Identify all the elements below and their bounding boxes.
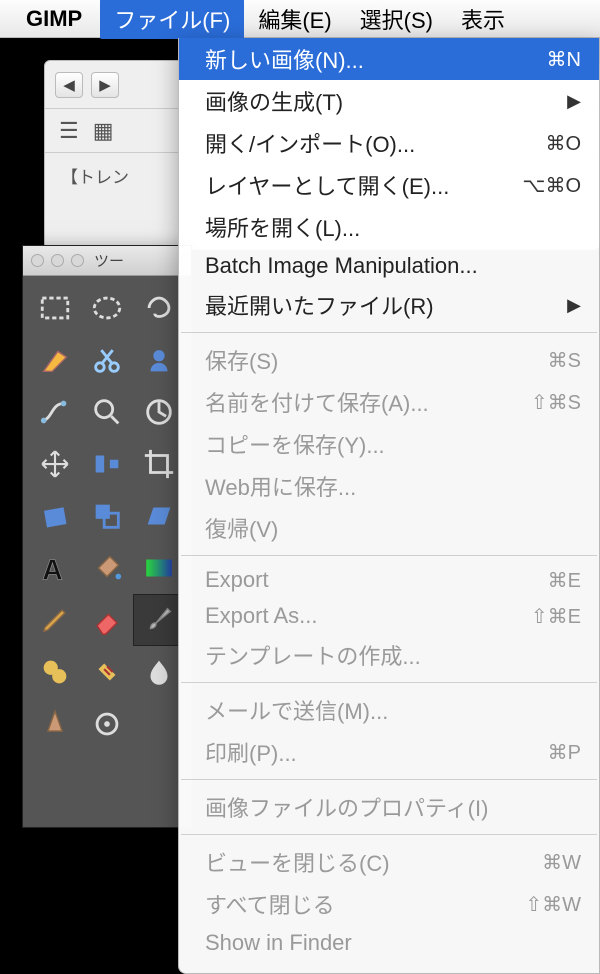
menu-item-12: 復帰(V) <box>179 507 599 549</box>
menu-item-3[interactable]: レイヤーとして開く(E)... ⌥⌘O <box>179 164 599 206</box>
menu-item-shortcut: ⌘E <box>548 568 581 593</box>
menubar: GIMP ファイル(F) 編集(E) 選択(S) 表示 <box>0 0 600 38</box>
menu-item-shortcut: ⇧⌘S <box>531 390 581 415</box>
toolbox-window: ツー A <box>22 245 192 828</box>
menu-item-shortcut: ⌘O <box>545 131 581 156</box>
toolbox-title-text: ツー <box>94 250 124 271</box>
menu-item-5[interactable]: Batch Image Manipulation... <box>179 248 599 284</box>
tool-paths[interactable] <box>29 386 81 438</box>
menu-item-23: ビューを閉じる(C) ⌘W <box>179 841 599 883</box>
menu-item-shortcut: ⌘P <box>548 740 581 765</box>
menu-item-label: 画像の生成(T) <box>205 85 557 117</box>
window-close-dot[interactable] <box>31 254 44 267</box>
menu-item-2[interactable]: 開く/インポート(O)... ⌘O <box>179 122 599 164</box>
tool-text[interactable]: A <box>29 542 81 594</box>
submenu-arrow-icon: ▶ <box>567 295 581 316</box>
menu-separator <box>181 555 597 556</box>
tool-eraser[interactable] <box>81 594 133 646</box>
tool-dodge[interactable] <box>81 698 133 750</box>
menu-item-label: 新しい画像(N)... <box>205 43 537 75</box>
menu-file[interactable]: ファイル(F) <box>100 0 244 39</box>
menu-separator <box>181 834 597 835</box>
menu-item-label: Export As... <box>205 603 521 629</box>
menu-item-label: ビューを閉じる(C) <box>205 846 532 878</box>
menu-separator <box>181 682 597 683</box>
menu-item-9: 名前を付けて保存(A)... ⇧⌘S <box>179 381 599 423</box>
tool-ellipse-select[interactable] <box>81 282 133 334</box>
trend-label: 【トレン <box>61 168 129 187</box>
window-min-dot[interactable] <box>51 254 64 267</box>
menu-item-shortcut: ⌘S <box>548 348 581 373</box>
menu-separator <box>181 332 597 333</box>
menu-item-label: コピーを保存(Y)... <box>205 428 581 460</box>
tool-scissors[interactable] <box>81 334 133 386</box>
menu-item-16: テンプレートの作成... <box>179 634 599 676</box>
toolbox-titlebar[interactable]: ツー <box>23 246 191 276</box>
menu-item-label: 復帰(V) <box>205 512 581 544</box>
nav-back-button[interactable]: ◀ <box>55 72 83 98</box>
menu-item-11: Web用に保存... <box>179 465 599 507</box>
tool-pencil[interactable] <box>29 594 81 646</box>
menu-item-label: 名前を付けて保存(A)... <box>205 386 521 418</box>
file-menu-dropdown: 新しい画像(N)... ⌘N 画像の生成(T) ▶ 開く/インポート(O)... ⌘O レイ… <box>178 38 600 974</box>
svg-text:A: A <box>42 554 62 585</box>
menu-item-shortcut: ⇧⌘W <box>525 892 581 917</box>
menu-item-shortcut: ⌘N <box>547 47 581 72</box>
menu-item-21: 画像ファイルのプロパティ(I) <box>179 786 599 828</box>
menu-item-4[interactable]: 場所を開く(L)... <box>179 206 599 248</box>
menu-item-8: 保存(S) ⌘S <box>179 339 599 381</box>
menu-item-label: メールで送信(M)... <box>205 694 581 726</box>
submenu-arrow-icon: ▶ <box>567 91 581 112</box>
tool-rect-select[interactable] <box>29 282 81 334</box>
menu-item-25: Show in Finder <box>179 925 599 961</box>
tool-ink[interactable] <box>29 698 81 750</box>
menu-item-label: 開く/インポート(O)... <box>205 127 535 159</box>
menu-item-label: すべて閉じる <box>205 888 515 920</box>
menu-item-0[interactable]: 新しい画像(N)... ⌘N <box>179 38 599 80</box>
menu-item-shortcut: ⇧⌘E <box>531 604 581 629</box>
app-name[interactable]: GIMP <box>26 6 82 32</box>
menu-item-label: 最近開いたファイル(R) <box>205 289 557 321</box>
menu-item-6[interactable]: 最近開いたファイル(R) ▶ <box>179 284 599 326</box>
tool-fuzzy-select[interactable] <box>29 334 81 386</box>
tool-rotate[interactable] <box>29 490 81 542</box>
book-icon[interactable]: ☰ <box>59 118 79 144</box>
menu-separator <box>181 779 597 780</box>
tool-bucket[interactable] <box>81 542 133 594</box>
menu-edit[interactable]: 編集(E) <box>244 0 345 39</box>
menu-item-label: Batch Image Manipulation... <box>205 253 581 279</box>
menu-item-24: すべて閉じる ⇧⌘W <box>179 883 599 925</box>
menu-item-1[interactable]: 画像の生成(T) ▶ <box>179 80 599 122</box>
menu-view[interactable]: 表示 <box>447 0 519 39</box>
menu-item-label: テンプレートの作成... <box>205 639 581 671</box>
tool-align[interactable] <box>81 438 133 490</box>
menu-item-label: 画像ファイルのプロパティ(I) <box>205 791 581 823</box>
tool-grid: A <box>23 276 191 756</box>
grid-icon[interactable]: ▦ <box>93 118 114 144</box>
tool-clone[interactable] <box>29 646 81 698</box>
menu-item-10: コピーを保存(Y)... <box>179 423 599 465</box>
menu-item-shortcut: ⌥⌘O <box>522 173 581 198</box>
tool-scale[interactable] <box>81 490 133 542</box>
menu-select[interactable]: 選択(S) <box>346 0 447 39</box>
menu-item-label: Show in Finder <box>205 930 581 956</box>
tool-heal[interactable] <box>81 646 133 698</box>
window-max-dot[interactable] <box>71 254 84 267</box>
menu-item-15: Export As... ⇧⌘E <box>179 598 599 634</box>
menu-item-label: レイヤーとして開く(E)... <box>205 169 512 201</box>
menu-item-label: 印刷(P)... <box>205 736 538 768</box>
menu-item-18: メールで送信(M)... <box>179 689 599 731</box>
menu-item-14: Export ⌘E <box>179 562 599 598</box>
menu-item-label: Web用に保存... <box>205 470 581 502</box>
tool-zoom[interactable] <box>81 386 133 438</box>
menu-item-label: 保存(S) <box>205 344 538 376</box>
tool-move[interactable] <box>29 438 81 490</box>
menu-item-shortcut: ⌘W <box>542 850 581 875</box>
menu-item-label: 場所を開く(L)... <box>205 211 581 243</box>
nav-forward-button[interactable]: ▶ <box>91 72 119 98</box>
menu-item-label: Export <box>205 567 538 593</box>
menu-item-19: 印刷(P)... ⌘P <box>179 731 599 773</box>
